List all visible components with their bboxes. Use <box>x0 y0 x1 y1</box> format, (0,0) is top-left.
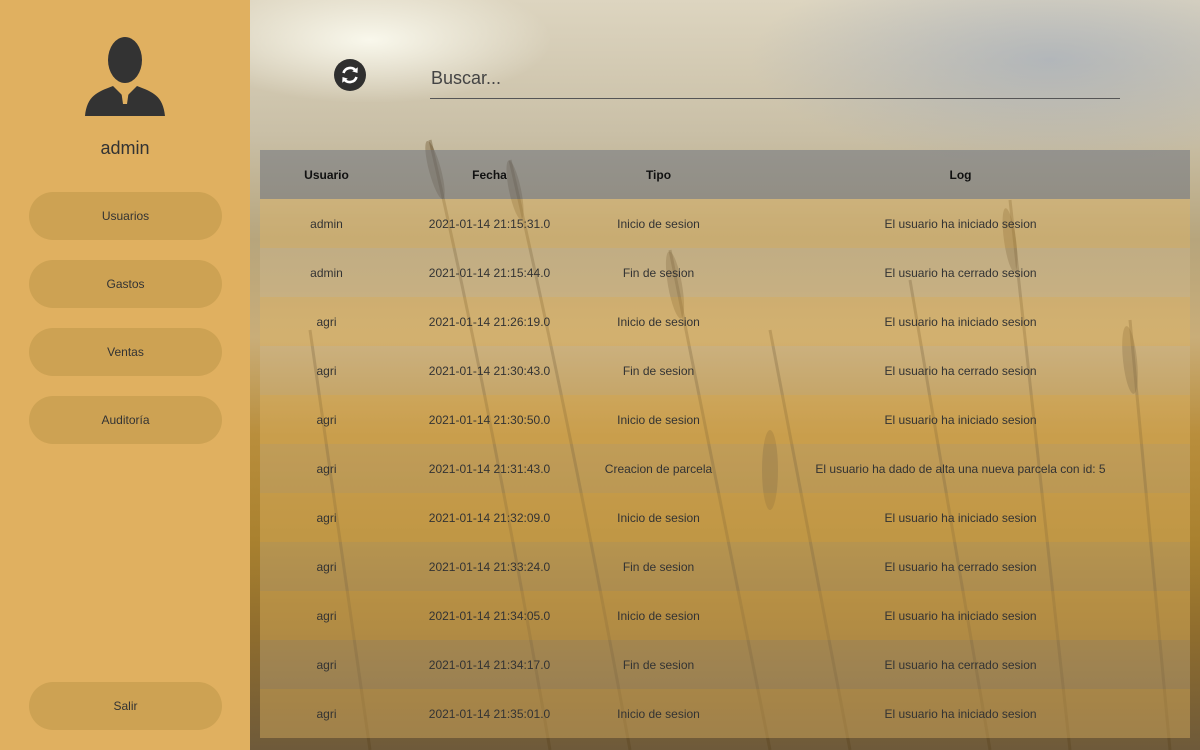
cell-log: El usuario ha cerrado sesion <box>884 363 1037 378</box>
cell-log: El usuario ha iniciado sesion <box>884 412 1037 427</box>
cell-fecha: 2021-01-14 21:15:31.0 <box>428 216 551 231</box>
cell-fecha: 2021-01-14 21:34:17.0 <box>428 657 551 672</box>
cell-usuario: agri <box>316 657 337 672</box>
nav-usuarios-button[interactable]: Usuarios <box>29 192 222 240</box>
cell-tipo: Inicio de sesion <box>617 706 700 721</box>
sidebar: admin Usuarios Gastos Ventas Auditoría S… <box>0 0 250 750</box>
cell-usuario: admin <box>310 265 343 280</box>
cell-tipo: Inicio de sesion <box>617 510 700 525</box>
table-header: Usuario Fecha Tipo Log <box>260 150 1190 199</box>
table-row[interactable]: admin 2021-01-14 21:15:31.0 Inicio de sesi… <box>260 199 1190 248</box>
table-body: admin 2021-01-14 21:15:31.0 Inicio de sesi… <box>260 199 1190 738</box>
cell-usuario: agri <box>316 363 337 378</box>
cell-log: El usuario ha iniciado sesion <box>884 510 1037 525</box>
user-avatar-icon <box>85 37 165 116</box>
cell-usuario: agri <box>316 314 337 329</box>
cell-usuario: agri <box>316 412 337 427</box>
cell-fecha: 2021-01-14 21:34:05.0 <box>428 608 551 623</box>
cell-usuario: admin <box>310 216 343 231</box>
cell-fecha: 2021-01-14 21:30:50.0 <box>428 412 551 427</box>
cell-fecha: 2021-01-14 21:32:09.0 <box>428 510 551 525</box>
table-row[interactable]: agri 2021-01-14 21:30:43.0 Fin de sesion El… <box>260 346 1190 395</box>
cell-tipo: Inicio de sesion <box>617 314 700 329</box>
cell-tipo: Fin de sesion <box>622 657 695 672</box>
nav-ventas-button[interactable]: Ventas <box>29 328 222 376</box>
nav-auditoria-button[interactable]: Auditoría <box>29 396 222 444</box>
audit-log-table: Usuario Fecha Tipo Log admin 2021-01-14 2… <box>260 150 1190 738</box>
search-input[interactable] <box>430 58 1120 99</box>
cell-log: El usuario ha iniciado sesion <box>884 216 1037 231</box>
cell-log: El usuario ha cerrado sesion <box>884 657 1037 672</box>
cell-usuario: agri <box>316 706 337 721</box>
cell-tipo: Inicio de sesion <box>617 608 700 623</box>
cell-usuario: agri <box>316 559 337 574</box>
cell-fecha: 2021-01-14 21:33:24.0 <box>428 559 551 574</box>
logout-button[interactable]: Salir <box>29 682 222 730</box>
cell-log: El usuario ha iniciado sesion <box>884 608 1037 623</box>
header-tipo[interactable]: Tipo <box>586 168 731 182</box>
cell-fecha: 2021-01-14 21:30:43.0 <box>428 363 551 378</box>
header-log[interactable]: Log <box>731 168 1190 182</box>
cell-fecha: 2021-01-14 21:26:19.0 <box>428 314 551 329</box>
username-label: admin <box>100 138 150 158</box>
table-row[interactable]: agri 2021-01-14 21:35:01.0 Inicio de sesio… <box>260 689 1190 738</box>
cell-log: El usuario ha iniciado sesion <box>884 706 1037 721</box>
table-row[interactable]: agri 2021-01-14 21:34:05.0 Inicio de sesio… <box>260 591 1190 640</box>
cell-log: El usuario ha cerrado sesion <box>884 265 1037 280</box>
table-row[interactable]: agri 2021-01-14 21:33:24.0 Fin de sesion El… <box>260 542 1190 591</box>
cell-log: El usuario ha cerrado sesion <box>884 559 1037 574</box>
cell-tipo: Fin de sesion <box>622 363 695 378</box>
main-content: Usuario Fecha Tipo Log admin 2021-01-14 2… <box>250 0 1200 750</box>
cell-fecha: 2021-01-14 21:31:43.0 <box>428 461 551 476</box>
table-row[interactable]: agri 2021-01-14 21:26:19.0 Inicio de sesio… <box>260 297 1190 346</box>
table-row[interactable]: admin 2021-01-14 21:15:44.0 Fin de sesion E… <box>260 248 1190 297</box>
cell-log: El usuario ha iniciado sesion <box>884 314 1037 329</box>
cell-fecha: 2021-01-14 21:35:01.0 <box>428 706 551 721</box>
nav-gastos-button[interactable]: Gastos <box>29 260 222 308</box>
cell-tipo: Inicio de sesion <box>617 412 700 427</box>
cell-tipo: Inicio de sesion <box>617 216 700 231</box>
refresh-button[interactable] <box>334 59 366 91</box>
table-row[interactable]: agri 2021-01-14 21:30:50.0 Inicio de sesio… <box>260 395 1190 444</box>
cell-usuario: agri <box>316 461 337 476</box>
cell-usuario: agri <box>316 608 337 623</box>
cell-tipo: Fin de sesion <box>622 265 695 280</box>
table-row[interactable]: agri 2021-01-14 21:32:09.0 Inicio de sesio… <box>260 493 1190 542</box>
refresh-icon <box>342 66 358 84</box>
header-usuario[interactable]: Usuario <box>260 168 393 182</box>
cell-log: El usuario ha dado de alta una nueva par… <box>815 461 1106 476</box>
cell-fecha: 2021-01-14 21:15:44.0 <box>428 265 551 280</box>
table-row[interactable]: agri 2021-01-14 21:34:17.0 Fin de sesion El… <box>260 640 1190 689</box>
cell-tipo: Creacion de parcela <box>604 461 713 476</box>
cell-usuario: agri <box>316 510 337 525</box>
cell-tipo: Fin de sesion <box>622 559 695 574</box>
table-row[interactable]: agri 2021-01-14 21:31:43.0 Creacion de par… <box>260 444 1190 493</box>
header-fecha[interactable]: Fecha <box>393 168 586 182</box>
